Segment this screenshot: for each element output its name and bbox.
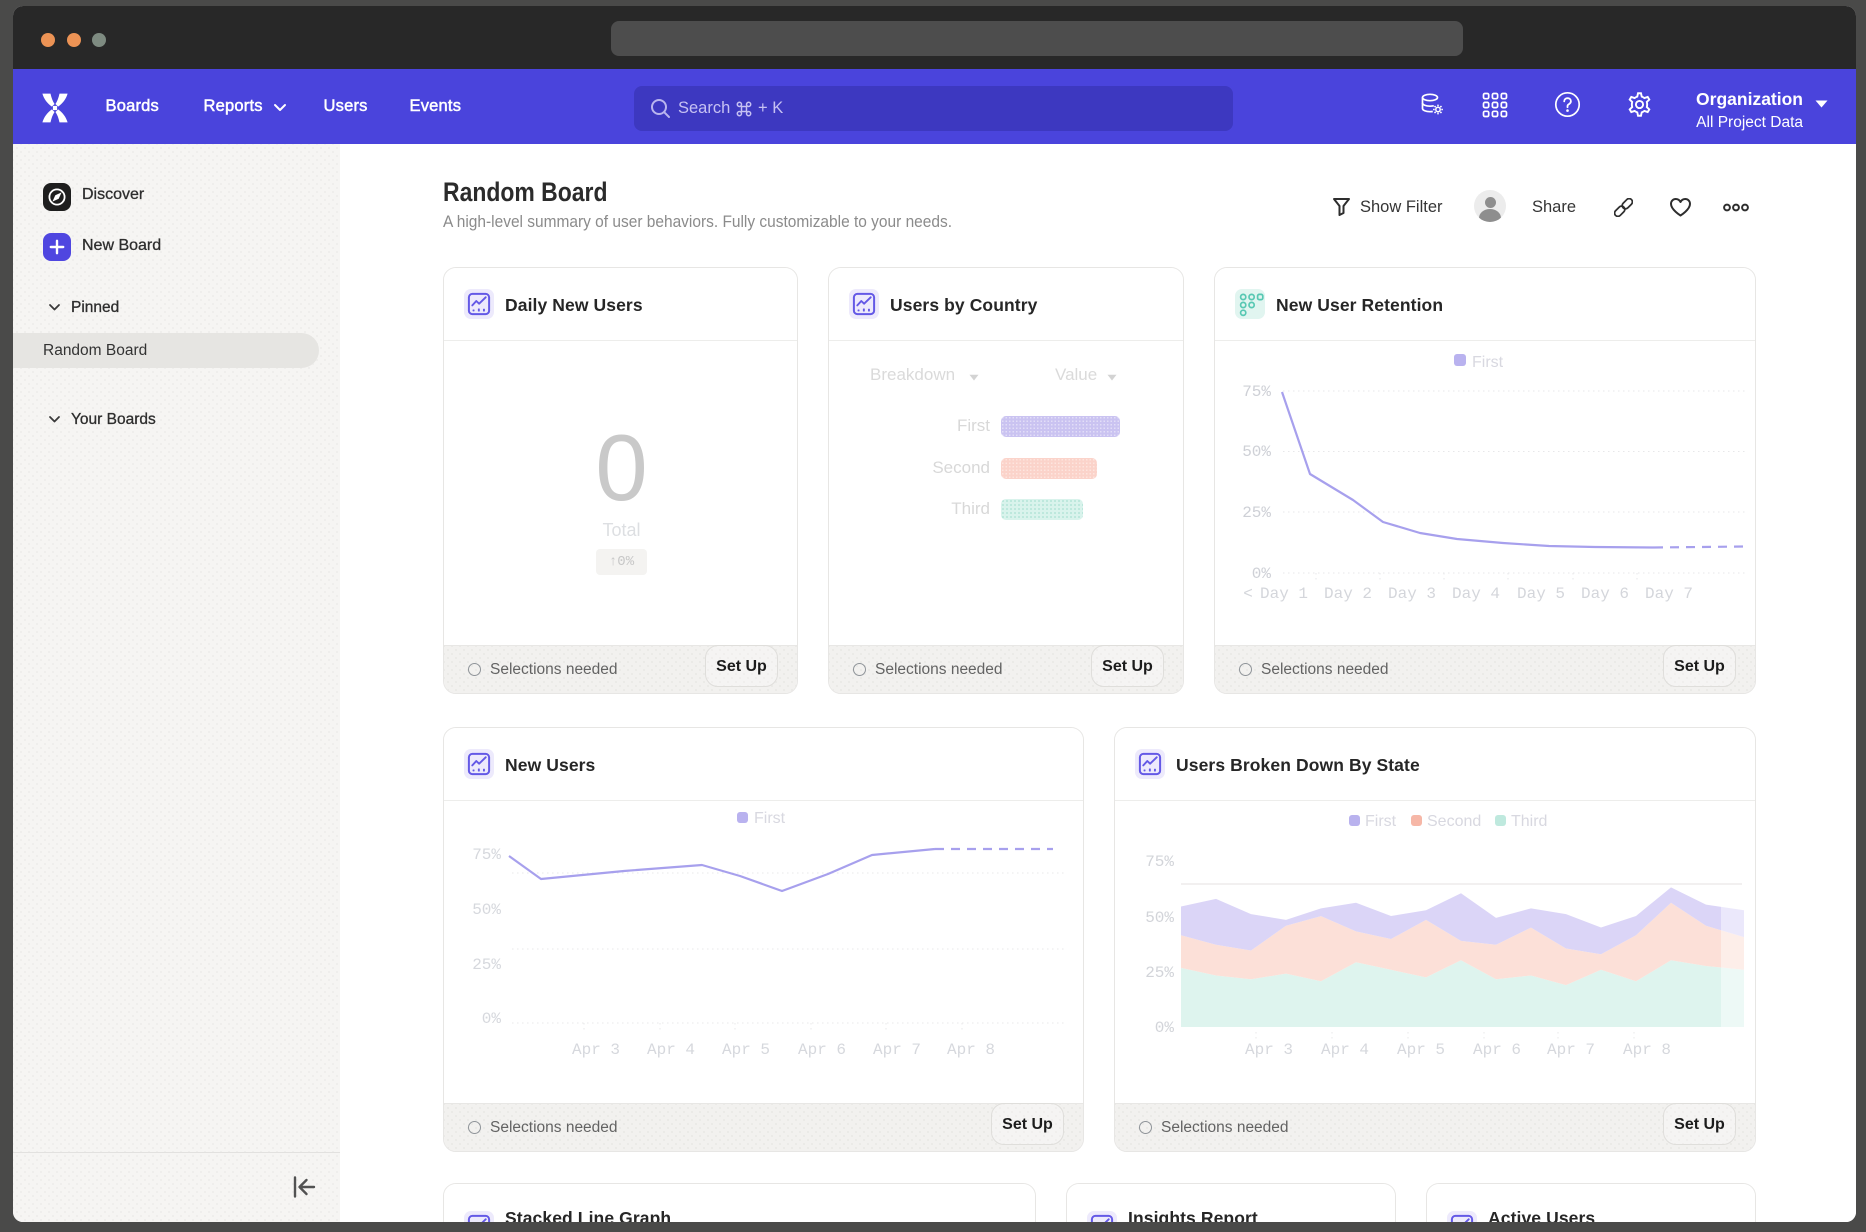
svg-text:0%: 0% — [1155, 1019, 1175, 1037]
svg-text:0%: 0% — [1252, 565, 1272, 583]
svg-text:Apr 6: Apr 6 — [798, 1041, 846, 1059]
svg-text:Apr 8: Apr 8 — [1623, 1041, 1671, 1059]
svg-text:Second: Second — [1427, 813, 1481, 830]
svg-text:Day 5: Day 5 — [1517, 585, 1565, 603]
svg-text:Apr 7: Apr 7 — [1547, 1041, 1595, 1059]
svg-text:<: < — [1243, 585, 1253, 603]
svg-text:75%: 75% — [1145, 853, 1174, 871]
svg-text:Apr 3: Apr 3 — [1245, 1041, 1293, 1059]
svg-text:Third: Third — [1511, 813, 1547, 830]
svg-text:Day 6: Day 6 — [1581, 585, 1629, 603]
svg-text:Day 7: Day 7 — [1645, 585, 1693, 603]
svg-text:25%: 25% — [472, 956, 501, 974]
svg-text:50%: 50% — [1242, 443, 1271, 461]
svg-text:Apr 8: Apr 8 — [947, 1041, 995, 1059]
svg-text:Day 3: Day 3 — [1388, 585, 1436, 603]
svg-text:25%: 25% — [1145, 964, 1174, 982]
svg-text:Day 1: Day 1 — [1260, 585, 1308, 603]
svg-text:Apr 6: Apr 6 — [1473, 1041, 1521, 1059]
svg-text:75%: 75% — [1242, 383, 1271, 401]
svg-text:Apr 4: Apr 4 — [647, 1041, 695, 1059]
svg-text:50%: 50% — [472, 901, 501, 919]
svg-text:First: First — [1365, 813, 1397, 830]
svg-text:0%: 0% — [482, 1010, 502, 1028]
svg-text:First: First — [754, 810, 786, 827]
svg-text:Apr 4: Apr 4 — [1321, 1041, 1369, 1059]
svg-text:Apr 5: Apr 5 — [722, 1041, 770, 1059]
svg-text:Day 2: Day 2 — [1324, 585, 1372, 603]
svg-text:50%: 50% — [1145, 909, 1174, 927]
svg-text:75%: 75% — [472, 846, 501, 864]
svg-text:Apr 5: Apr 5 — [1397, 1041, 1445, 1059]
svg-text:Apr 3: Apr 3 — [572, 1041, 620, 1059]
svg-text:25%: 25% — [1242, 504, 1271, 522]
svg-text:Apr 7: Apr 7 — [873, 1041, 921, 1059]
svg-text:Day 4: Day 4 — [1452, 585, 1500, 603]
svg-text:First: First — [1472, 354, 1504, 371]
